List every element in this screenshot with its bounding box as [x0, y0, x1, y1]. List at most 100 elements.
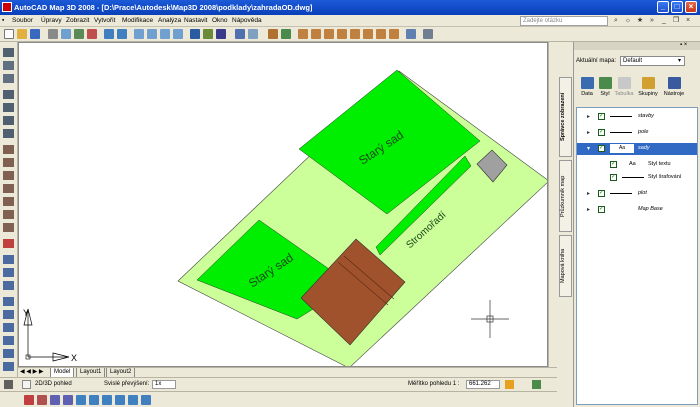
bottom-tool-2-icon[interactable] — [37, 395, 47, 405]
ellipse-icon[interactable] — [3, 362, 14, 371]
spline-icon[interactable] — [3, 349, 14, 358]
plot-icon[interactable] — [48, 29, 58, 39]
layer-checkbox[interactable]: ✓ — [598, 129, 605, 136]
task-pane-header[interactable]: ▪ × — [574, 42, 700, 50]
maximize-button[interactable]: □ — [671, 1, 683, 13]
doc-close-button[interactable]: × — [684, 17, 692, 25]
minimize-button[interactable]: _ — [657, 1, 669, 13]
pan-icon[interactable] — [134, 29, 144, 39]
menu-zobrazit[interactable]: Zobrazit — [66, 17, 89, 24]
bottom-tool-8-icon[interactable] — [115, 395, 125, 405]
viewport-scale-input[interactable]: 661.262 — [466, 380, 500, 389]
offset-icon[interactable] — [3, 129, 14, 138]
polyline-icon[interactable] — [3, 281, 14, 290]
menu-vytvorit[interactable]: Vytvořit — [94, 17, 115, 24]
join-icon[interactable] — [3, 184, 14, 193]
expand-icon[interactable]: » — [648, 17, 656, 25]
move-icon[interactable] — [3, 48, 14, 57]
query-icon[interactable] — [268, 29, 278, 39]
layer-checkbox[interactable]: ✓ — [598, 190, 605, 197]
layer-tool-2-icon[interactable] — [311, 29, 321, 39]
close-button[interactable]: × — [685, 1, 697, 13]
layer-row[interactable]: ▸ ✓ pole — [577, 127, 697, 139]
attach-icon[interactable] — [281, 29, 291, 39]
bottom-tool-4-icon[interactable] — [63, 395, 73, 405]
menu-okno[interactable]: Okno — [212, 17, 228, 24]
layer-tool-6-icon[interactable] — [363, 29, 373, 39]
array-icon[interactable] — [3, 116, 14, 125]
mirror-icon[interactable] — [3, 103, 14, 112]
search-icon[interactable]: ⌕ — [612, 17, 620, 25]
line-icon[interactable] — [3, 255, 14, 264]
break-icon[interactable] — [3, 171, 14, 180]
rectangle-icon[interactable] — [3, 310, 14, 319]
map-select[interactable]: Default — [620, 56, 685, 66]
design-center-icon[interactable] — [203, 29, 213, 39]
style-checkbox[interactable]: ✓ — [610, 161, 617, 168]
bottom-tool-6-icon[interactable] — [89, 395, 99, 405]
preview-icon[interactable] — [61, 29, 71, 39]
chamfer-icon[interactable] — [3, 197, 14, 206]
autocad-icon[interactable] — [2, 2, 12, 12]
fillet-icon[interactable] — [3, 210, 14, 219]
style-checkbox[interactable]: ✓ — [610, 174, 617, 181]
bottom-tool-7-icon[interactable] — [102, 395, 112, 405]
circle-icon[interactable] — [3, 336, 14, 345]
stretch-icon[interactable] — [3, 90, 14, 99]
style-row[interactable]: ✓ Aa Styl textu — [577, 159, 697, 171]
expand-icon[interactable]: ▸ — [587, 113, 593, 120]
layer-checkbox[interactable]: ✓ — [598, 145, 605, 152]
copy-icon[interactable] — [3, 61, 14, 70]
style-row[interactable]: ✓ Styl šrafování — [577, 172, 697, 184]
map-view-icon[interactable] — [248, 29, 258, 39]
tab-display-manager[interactable]: Správce zobrazení — [559, 77, 572, 157]
communication-icon[interactable]: ☼ — [624, 17, 632, 25]
expand-icon[interactable]: ▸ — [587, 129, 593, 136]
erase-icon[interactable] — [3, 239, 14, 248]
menu-soubor[interactable]: Soubor — [12, 17, 33, 24]
doc-minimize-button[interactable]: _ — [660, 17, 668, 25]
publish-icon[interactable] — [74, 29, 84, 39]
menu-napoveda[interactable]: Nápověda — [232, 17, 262, 24]
bottom-tool-1-icon[interactable] — [24, 395, 34, 405]
properties-icon[interactable] — [190, 29, 200, 39]
trim-icon[interactable] — [3, 145, 14, 154]
bottom-tool-9-icon[interactable] — [128, 395, 138, 405]
pane-options-icon[interactable]: ▪ × — [680, 42, 687, 48]
redo-icon[interactable] — [117, 29, 127, 39]
new-icon[interactable] — [4, 29, 14, 39]
layer-checkbox[interactable]: ✓ — [598, 206, 605, 213]
layer-checkbox[interactable]: ✓ — [598, 113, 605, 120]
layer-tool-7-icon[interactable] — [376, 29, 386, 39]
layer-tool-5-icon[interactable] — [350, 29, 360, 39]
bottom-tool-10-icon[interactable] — [141, 395, 151, 405]
zoom-realtime-icon[interactable] — [147, 29, 157, 39]
bottom-tool-5-icon[interactable] — [76, 395, 86, 405]
tab-nav-arrows-icon[interactable]: ◀ ◀ ▶ ▶ — [20, 368, 43, 375]
tools-button[interactable]: Nástroje — [663, 77, 685, 105]
tab-map-explorer[interactable]: Průzkumník map — [559, 160, 572, 232]
arc-icon[interactable] — [3, 323, 14, 332]
tab-map-book[interactable]: Mapová kniha — [559, 235, 572, 297]
doc-restore-button[interactable]: ❐ — [672, 17, 680, 25]
menu-modifikace[interactable]: Modifikace — [122, 17, 153, 24]
cut-icon[interactable] — [87, 29, 97, 39]
menu-app-icon[interactable]: ▪ — [2, 17, 4, 24]
groups-button[interactable]: Skupiny — [637, 77, 659, 105]
layer-row[interactable]: ▸ ✓ stavby — [577, 111, 697, 123]
menu-analyza[interactable]: Analýza — [158, 17, 181, 24]
view-mode-label[interactable]: 2D/3D pohled — [35, 381, 72, 387]
zoom-window-icon[interactable] — [160, 29, 170, 39]
open-icon[interactable] — [17, 29, 27, 39]
layer-row[interactable]: ▸ ✓ plot — [577, 188, 697, 200]
status-icon[interactable] — [4, 380, 13, 389]
layer-tool-4-icon[interactable] — [337, 29, 347, 39]
view-mode-icon[interactable] — [22, 380, 31, 389]
extend-icon[interactable] — [3, 158, 14, 167]
drawing-canvas[interactable]: Starý sad Starý sad Stromořadí Y X — [18, 42, 548, 367]
rotate-icon[interactable] — [3, 74, 14, 83]
lock-icon[interactable] — [505, 380, 514, 389]
undo-icon[interactable] — [104, 29, 114, 39]
annotation-scale-select[interactable]: 1x — [152, 380, 176, 389]
zoom-previous-icon[interactable] — [173, 29, 183, 39]
